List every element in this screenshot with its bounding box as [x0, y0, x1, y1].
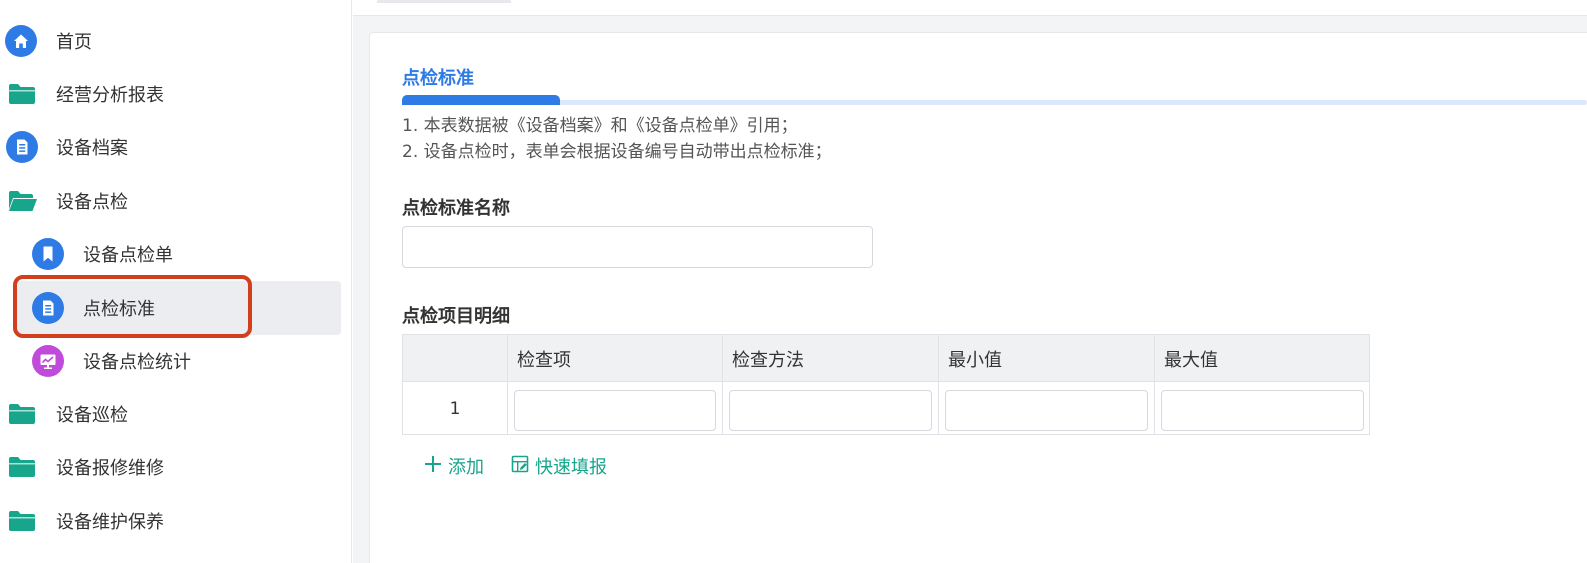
sidebar-item-business-report[interactable]: 经营分析报表: [0, 68, 352, 120]
column-divider: [938, 335, 939, 434]
section-title: 点检标准: [402, 68, 474, 89]
folder-icon: [8, 83, 36, 105]
sidebar-item-label: 经营分析报表: [56, 85, 164, 106]
folder-icon: [8, 510, 36, 532]
section-title-underline: [402, 100, 1587, 105]
column-header-max-value: 最大值: [1164, 350, 1218, 371]
column-divider: [1154, 335, 1155, 434]
min-value-input[interactable]: [945, 390, 1148, 431]
max-value-input[interactable]: [1161, 390, 1364, 431]
detail-section-label: 点检项目明细: [402, 306, 510, 327]
column-divider: [507, 335, 508, 434]
column-header-min-value: 最小值: [948, 350, 1002, 371]
folder-icon: [8, 456, 36, 478]
detail-table: 检查项 检查方法 最小值 最大值 1: [402, 334, 1370, 435]
column-header-check-method: 检查方法: [732, 350, 804, 371]
sidebar-item-label: 点检标准: [83, 299, 155, 320]
sidebar-item-label: 设备档案: [56, 138, 128, 159]
sidebar-item-patrol-inspection[interactable]: 设备巡检: [0, 388, 352, 440]
folder-icon: [8, 403, 36, 425]
sidebar-item-equipment-archive[interactable]: 设备档案: [0, 121, 352, 173]
sidebar-item-inspection-sheet[interactable]: 设备点检单: [0, 228, 352, 280]
document-icon: [32, 292, 64, 324]
add-row-button[interactable]: 添加: [424, 453, 484, 479]
sidebar-item-label: 设备报修维修: [56, 458, 164, 479]
sidebar-item-upkeep[interactable]: 设备维护保养: [0, 495, 352, 547]
tab-edge: [377, 0, 511, 3]
home-icon: [5, 25, 37, 57]
sidebar: 首页 经营分析报表 设备档案 设备点检 设备点检单 点检标准 设备点检统计 设备…: [0, 0, 352, 563]
sidebar-item-home[interactable]: 首页: [0, 15, 352, 67]
sidebar-item-inspection-standard[interactable]: 点检标准: [0, 282, 352, 334]
standard-name-input[interactable]: [402, 226, 873, 268]
folder-open-icon: [8, 190, 38, 212]
quick-fill-button[interactable]: 快速填报: [511, 453, 607, 479]
sidebar-item-repair-maintenance[interactable]: 设备报修维修: [0, 441, 352, 493]
sidebar-item-label: 设备点检单: [83, 245, 173, 266]
sidebar-item-label: 设备维护保养: [56, 512, 164, 533]
sidebar-item-label: 设备点检: [56, 192, 128, 213]
sidebar-item-label: 设备巡检: [56, 405, 128, 426]
add-row-label: 添加: [448, 457, 484, 478]
sidebar-item-label: 设备点检统计: [83, 352, 191, 373]
sidebar-item-equipment-inspection[interactable]: 设备点检: [0, 175, 352, 227]
column-header-check-item: 检查项: [517, 350, 571, 371]
chart-monitor-icon: [32, 345, 64, 377]
check-method-input[interactable]: [729, 390, 932, 431]
note-line-1: 1. 本表数据被《设备档案》和《设备点检单》引用；: [402, 116, 798, 136]
sidebar-item-inspection-statistics[interactable]: 设备点检统计: [0, 335, 352, 387]
check-item-input[interactable]: [514, 390, 716, 431]
section-title-accent: [402, 95, 560, 105]
bookmark-icon: [32, 238, 64, 270]
note-line-2: 2. 设备点检时，表单会根据设备编号自动带出点检标准；: [402, 142, 832, 162]
column-divider: [722, 335, 723, 434]
row-number: 1: [449, 398, 461, 419]
edit-table-icon: [511, 455, 529, 478]
document-icon: [6, 131, 38, 163]
plus-icon: [424, 455, 442, 478]
top-strip: [353, 0, 1587, 16]
name-field-label: 点检标准名称: [402, 198, 510, 219]
sidebar-item-label: 首页: [56, 32, 92, 53]
quick-fill-label: 快速填报: [535, 457, 607, 478]
